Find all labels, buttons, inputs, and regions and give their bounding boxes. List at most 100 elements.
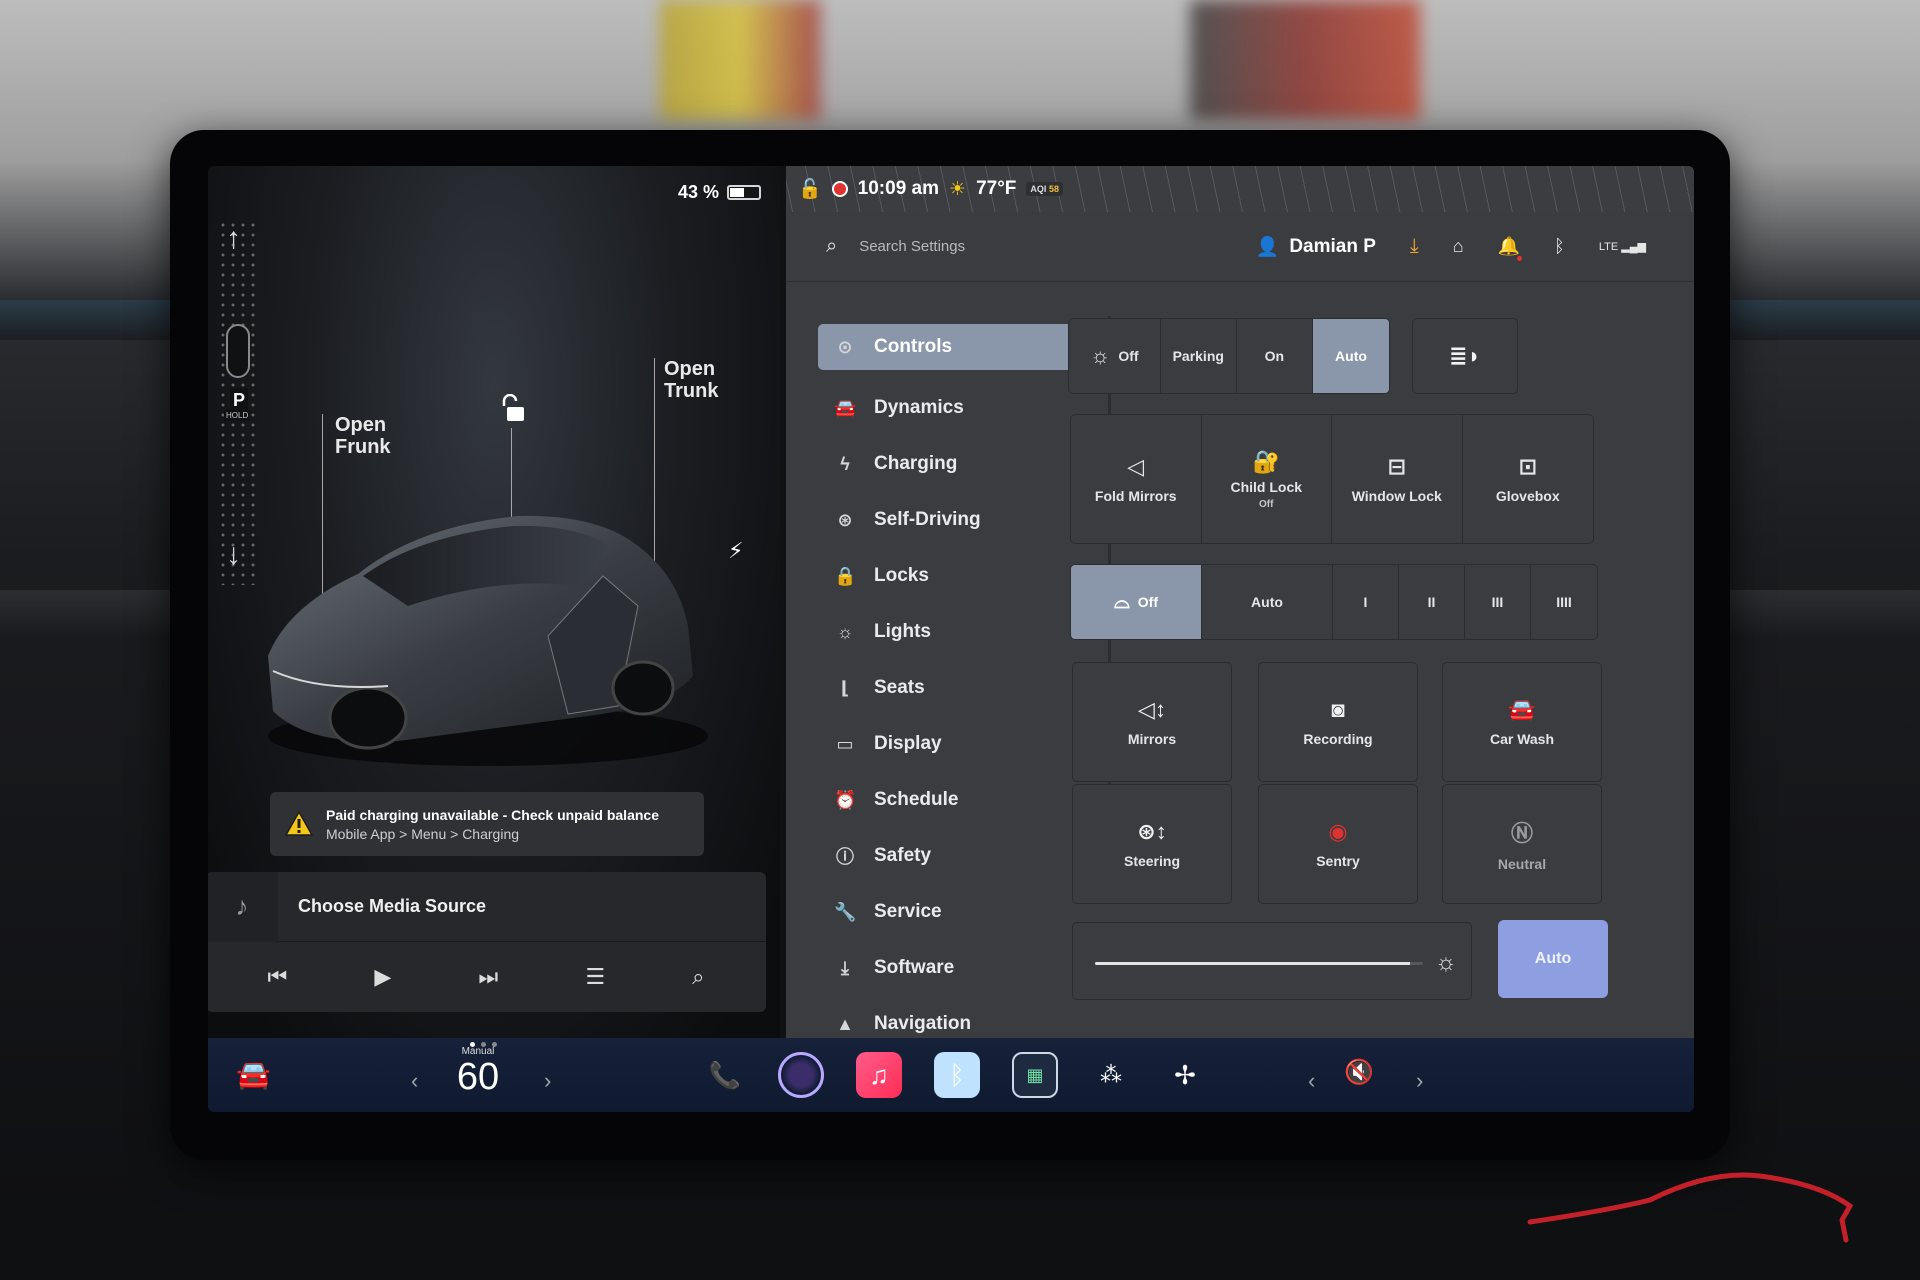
- nav-item-locks[interactable]: 🔒 Locks: [818, 548, 1080, 604]
- nav-item-safety[interactable]: ⓘ Safety: [818, 828, 1080, 884]
- alert-path: Mobile App > Menu > Charging: [326, 825, 520, 842]
- sun-icon: ☼: [836, 621, 854, 642]
- arrow-down-icon[interactable]: ↓: [226, 538, 241, 572]
- wiper-icon: ⌓: [1113, 590, 1130, 613]
- neutral-mode-button[interactable]: Ⓝ Neutral: [1442, 784, 1602, 904]
- brightness-slider[interactable]: ☼: [1072, 922, 1472, 1000]
- bell-icon[interactable]: 🔔: [1498, 236, 1523, 261]
- dashcam-record-icon[interactable]: [831, 181, 848, 197]
- app-launcher-icon[interactable]: ▦: [1012, 1052, 1058, 1098]
- nav-item-service[interactable]: 🔧 Service: [818, 884, 1080, 940]
- charging-alert-banner[interactable]: Paid charging unavailable - Check unpaid…: [270, 792, 704, 856]
- battery-indicator: 43 %: [678, 182, 762, 203]
- car-wash-button[interactable]: 🚘 Car Wash: [1442, 662, 1602, 782]
- search-placeholder: Search Settings: [859, 238, 966, 255]
- search-icon[interactable]: ⌕: [692, 964, 704, 990]
- nav-item-charging[interactable]: ϟ Charging: [818, 436, 1080, 492]
- battery-percent: 43 %: [678, 182, 720, 202]
- steering-adjust-icon: ⊛↕: [1137, 819, 1167, 844]
- wipers-off-option[interactable]: ⌓ Off: [1071, 565, 1202, 639]
- car-icon[interactable]: 🚘: [236, 1058, 271, 1091]
- volume-decrease-chevron-icon[interactable]: ‹: [1308, 1068, 1315, 1094]
- lights-off-option[interactable]: ☼ Off: [1069, 319, 1161, 393]
- play-icon[interactable]: ▶: [374, 964, 391, 990]
- bolt-icon: ϟ: [840, 453, 850, 474]
- recording-button[interactable]: ◙ Recording: [1258, 662, 1418, 782]
- open-frunk-button[interactable]: Open Frunk: [335, 414, 391, 458]
- mirrors-adjust-button[interactable]: ◁↕ Mirrors: [1072, 662, 1232, 782]
- steering-adjust-button[interactable]: ⊛↕ Steering: [1072, 784, 1232, 904]
- media-controls: ⏮ ▶ ⏭ ☰ ⌕: [208, 942, 766, 1012]
- headlights-selector: ☼ Off Parking On Auto: [1068, 318, 1390, 394]
- cruise-speed-display: Manual 60: [413, 1046, 543, 1097]
- auto-high-beam-button[interactable]: ≣◗: [1412, 318, 1518, 394]
- mirror-adjust-icon: ◁↕: [1138, 697, 1166, 722]
- charge-port-bolt-icon[interactable]: ⚡: [728, 538, 743, 564]
- home-icon[interactable]: ⌂: [1453, 236, 1464, 257]
- aqi-badge: AQI 58: [1026, 182, 1063, 196]
- volume-increase-chevron-icon[interactable]: ›: [1416, 1068, 1423, 1094]
- nav-item-dynamics[interactable]: 🚘 Dynamics: [818, 380, 1080, 436]
- glovebox-button[interactable]: ⊡ Glovebox: [1463, 415, 1594, 543]
- child-lock-button[interactable]: 🔐 Child Lock Off: [1202, 415, 1332, 543]
- dashcam-icon: ◙: [1331, 697, 1345, 722]
- nav-item-lights[interactable]: ☼ Lights: [818, 604, 1080, 660]
- music-app-icon[interactable]: ♫: [856, 1052, 902, 1098]
- nav-item-software[interactable]: ⤓ Software: [818, 940, 1080, 996]
- lights-on-option[interactable]: On: [1237, 319, 1313, 393]
- fold-mirrors-button[interactable]: ◁ Fold Mirrors: [1071, 415, 1202, 543]
- wipers-speed-2[interactable]: II: [1399, 565, 1465, 639]
- driver-profile[interactable]: 👤 Damian P: [1256, 235, 1376, 259]
- child-lock-icon: 🔐: [1252, 448, 1280, 474]
- lte-signal-icon: LTE ▂▄▆: [1598, 241, 1646, 253]
- brightness-auto-button[interactable]: Auto: [1498, 920, 1608, 998]
- camera-app-icon[interactable]: [778, 1052, 824, 1098]
- status-bar: 🔓 10:09 am ☀ 77°F AQI 58: [786, 166, 1063, 212]
- glovebox-icon: ⊡: [1518, 454, 1537, 479]
- unlock-status-icon[interactable]: 🔓: [798, 177, 822, 201]
- lights-auto-option[interactable]: Auto: [1312, 319, 1389, 393]
- settings-nav: ⊙ Controls 🚘 Dynamics ϟ Charging ⊛ Self-Driv…: [818, 324, 1080, 1052]
- search-settings[interactable]: ⌕ Search Settings: [826, 235, 1176, 258]
- nav-item-controls[interactable]: ⊙ Controls: [818, 324, 1080, 370]
- window-lock-icon: ⊟: [1387, 454, 1406, 479]
- previous-track-icon[interactable]: ⏮: [268, 964, 288, 990]
- info-circle-icon: ⓘ: [836, 847, 854, 867]
- window-lock-button[interactable]: ⊟ Window Lock: [1332, 415, 1463, 543]
- nav-item-schedule[interactable]: ⏰ Schedule: [818, 772, 1080, 828]
- open-trunk-button[interactable]: Open Trunk: [664, 358, 718, 402]
- download-icon[interactable]: ⤓: [1410, 235, 1419, 258]
- lights-parking-option[interactable]: Parking: [1161, 319, 1237, 393]
- vehicle-panel: 43 % ↑ P HOLD ↓ Open Frunk Open Trunk ⚡ …: [208, 166, 780, 1038]
- nav-item-display[interactable]: ▭ Display: [818, 716, 1080, 772]
- unlock-icon[interactable]: [498, 394, 528, 424]
- media-player: ♪ Choose Media Source ⏮ ▶ ⏭ ☰ ⌕: [208, 872, 766, 1012]
- car-icon: 🚘: [834, 397, 857, 418]
- wipers-speed-1[interactable]: I: [1333, 565, 1399, 639]
- next-track-icon[interactable]: ⏭: [478, 964, 498, 990]
- nav-item-self-driving[interactable]: ⊛ Self-Driving: [818, 492, 1080, 548]
- display-icon: ▭: [836, 733, 854, 754]
- arrow-up-icon[interactable]: ↑: [226, 222, 241, 256]
- bluetooth-icon[interactable]: ᛒ: [1554, 236, 1565, 257]
- steering-wheel-icon: ⊛: [837, 509, 853, 530]
- fan-climate-icon[interactable]: ✢: [1162, 1052, 1208, 1098]
- weather-sun-icon: ☀: [949, 178, 967, 200]
- sun-icon: ☼: [1090, 343, 1111, 368]
- neutral-icon: Ⓝ: [1510, 821, 1533, 846]
- phone-icon[interactable]: 📞: [702, 1052, 748, 1098]
- seat-icon: ⌊: [840, 677, 850, 698]
- nav-item-seats[interactable]: ⌊ Seats: [818, 660, 1080, 716]
- wipers-auto-option[interactable]: Auto: [1202, 565, 1333, 639]
- speed-increase-chevron-icon[interactable]: ›: [544, 1068, 551, 1094]
- volume-muted-icon[interactable]: 🔇: [1344, 1058, 1374, 1087]
- wipers-speed-3[interactable]: III: [1465, 565, 1531, 639]
- sentry-mode-button[interactable]: ◉ Sentry: [1258, 784, 1418, 904]
- media-source-row[interactable]: ♪ Choose Media Source: [208, 872, 766, 942]
- brightness-track[interactable]: [1095, 962, 1423, 965]
- vehicle-3d-image[interactable]: [248, 456, 728, 776]
- bluetooth-app-icon[interactable]: ᛒ: [934, 1052, 980, 1098]
- wipers-speed-4[interactable]: IIII: [1531, 565, 1597, 639]
- equalizer-icon[interactable]: ☰: [585, 964, 605, 990]
- tidal-app-icon[interactable]: ⁂: [1088, 1052, 1134, 1098]
